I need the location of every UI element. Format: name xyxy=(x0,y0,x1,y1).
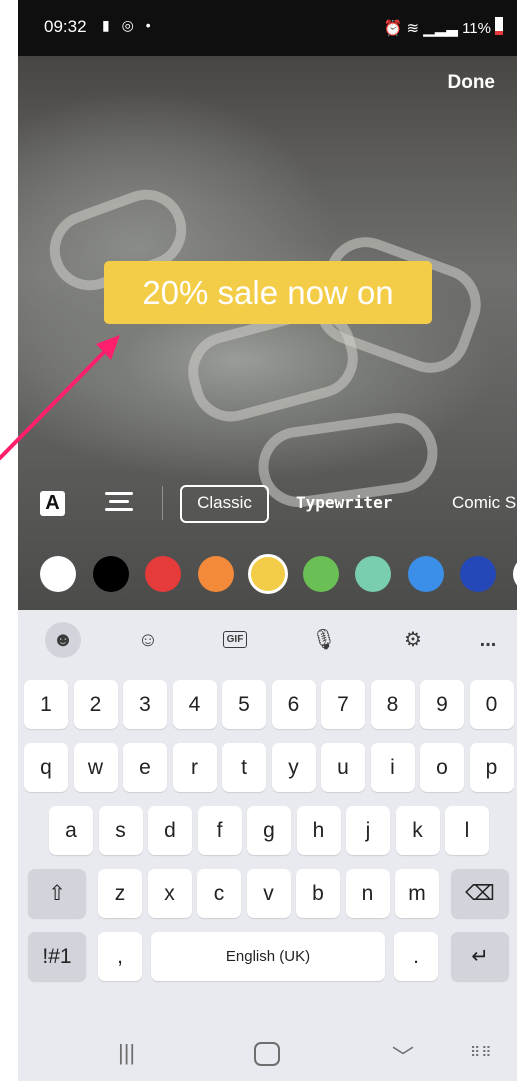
battery-icon xyxy=(495,17,503,35)
color-palette xyxy=(18,553,517,597)
gif-icon[interactable]: GIF xyxy=(220,625,250,655)
text-align-icon[interactable] xyxy=(105,488,133,518)
phone-screen: 09:32 ▮ ◎ • ⏰ ≋ ▁▂▃ 11% Done 20% sale no… xyxy=(18,0,517,1081)
key-j[interactable]: j xyxy=(346,806,390,855)
key-7[interactable]: 7 xyxy=(321,680,365,729)
annotation-arrow xyxy=(0,335,120,460)
key-3[interactable]: 3 xyxy=(123,680,167,729)
home-icon[interactable] xyxy=(254,1042,280,1066)
color-swatch[interactable] xyxy=(355,556,391,592)
text-style-toolbar: A Classic Typewriter Comic S xyxy=(18,482,517,524)
font-typewriter[interactable]: Typewriter xyxy=(296,485,392,521)
color-swatch[interactable] xyxy=(460,556,496,592)
done-button[interactable]: Done xyxy=(448,72,496,94)
backspace-key[interactable]: ⌫ xyxy=(451,869,509,918)
key-h[interactable]: h xyxy=(296,806,341,855)
key-f[interactable]: f xyxy=(197,806,242,855)
status-right: ⏰ ≋ ▁▂▃ 11% xyxy=(384,17,503,37)
alarm-icon: ⏰ xyxy=(383,20,403,37)
color-swatch[interactable] xyxy=(248,554,288,594)
text-sticker[interactable]: 20% sale now on xyxy=(104,261,432,324)
emoji-icon[interactable]: ☺ xyxy=(133,625,163,655)
sticker-icon[interactable]: ☻ xyxy=(45,622,81,658)
key-n[interactable]: n xyxy=(345,869,390,918)
key-w[interactable]: w xyxy=(73,743,118,792)
keyboard-toggle-icon[interactable]: ⠿⠿ xyxy=(470,1044,493,1061)
period-key[interactable]: . xyxy=(394,932,438,981)
color-swatch[interactable] xyxy=(145,556,181,592)
key-z[interactable]: z xyxy=(98,869,142,918)
key-5[interactable]: 5 xyxy=(222,680,266,729)
key-p[interactable]: p xyxy=(469,743,514,792)
more-icon[interactable]: ... xyxy=(473,625,503,655)
key-0[interactable]: 0 xyxy=(469,680,514,729)
key-2[interactable]: 2 xyxy=(73,680,118,729)
battery-level: 11% xyxy=(462,20,491,37)
font-classic[interactable]: Classic xyxy=(180,485,269,523)
key-v[interactable]: v xyxy=(246,869,291,918)
key-m[interactable]: m xyxy=(395,869,439,918)
color-swatch[interactable] xyxy=(197,556,234,592)
color-swatch[interactable] xyxy=(407,556,444,592)
key-q[interactable]: q xyxy=(24,743,68,792)
key-6[interactable]: 6 xyxy=(271,680,316,729)
key-9[interactable]: 9 xyxy=(420,680,464,729)
microphone-icon[interactable]: 🎙 xyxy=(309,625,339,655)
key-s[interactable]: s xyxy=(98,806,143,855)
signal-icon: ▁▂▃ xyxy=(423,20,458,37)
key-i[interactable]: i xyxy=(370,743,415,792)
font-comic[interactable]: Comic S xyxy=(452,485,516,521)
key-c[interactable]: c xyxy=(197,869,241,918)
navigation-bar: ||| ﹀ ⠿⠿ xyxy=(18,1030,517,1081)
status-bar: 09:32 ▮ ◎ • ⏰ ≋ ▁▂▃ 11% xyxy=(18,0,517,56)
text-background-toggle[interactable]: A xyxy=(40,491,65,516)
key-l[interactable]: l xyxy=(445,806,489,855)
key-d[interactable]: d xyxy=(148,806,192,855)
back-icon[interactable]: ﹀ xyxy=(392,1040,414,1072)
color-swatch[interactable] xyxy=(302,556,339,592)
key-e[interactable]: e xyxy=(123,743,167,792)
comma-key[interactable]: , xyxy=(98,932,142,981)
key-g[interactable]: g xyxy=(247,806,291,855)
key-r[interactable]: r xyxy=(172,743,217,792)
color-swatch[interactable] xyxy=(40,556,76,592)
toolbar-divider xyxy=(162,486,163,520)
wifi-icon: ≋ xyxy=(406,20,420,37)
recent-apps-icon[interactable]: ||| xyxy=(118,1040,135,1066)
key-1[interactable]: 1 xyxy=(24,680,68,729)
key-u[interactable]: u xyxy=(321,743,365,792)
key-t[interactable]: t xyxy=(222,743,266,792)
enter-key[interactable]: ↵ xyxy=(451,932,509,981)
key-4[interactable]: 4 xyxy=(172,680,217,729)
settings-icon[interactable]: ⚙ xyxy=(398,625,428,655)
key-k[interactable]: k xyxy=(395,806,440,855)
notification-icons: ▮ ◎ • xyxy=(102,17,155,33)
key-x[interactable]: x xyxy=(147,869,192,918)
space-key[interactable]: English (UK) xyxy=(151,932,385,981)
key-y[interactable]: y xyxy=(271,743,316,792)
key-8[interactable]: 8 xyxy=(370,680,415,729)
gif-label: GIF xyxy=(222,631,248,648)
symbols-key[interactable]: !#1 xyxy=(28,932,86,981)
key-a[interactable]: a xyxy=(49,806,93,855)
color-swatch[interactable] xyxy=(512,556,517,592)
color-swatch[interactable] xyxy=(92,556,129,592)
key-o[interactable]: o xyxy=(420,743,464,792)
status-time: 09:32 xyxy=(44,17,87,36)
shift-key[interactable]: ⇧ xyxy=(28,869,86,918)
key-b[interactable]: b xyxy=(296,869,340,918)
keyboard-toolbar: ☻ ☺ GIF 🎙 ⚙ ... xyxy=(18,610,517,670)
